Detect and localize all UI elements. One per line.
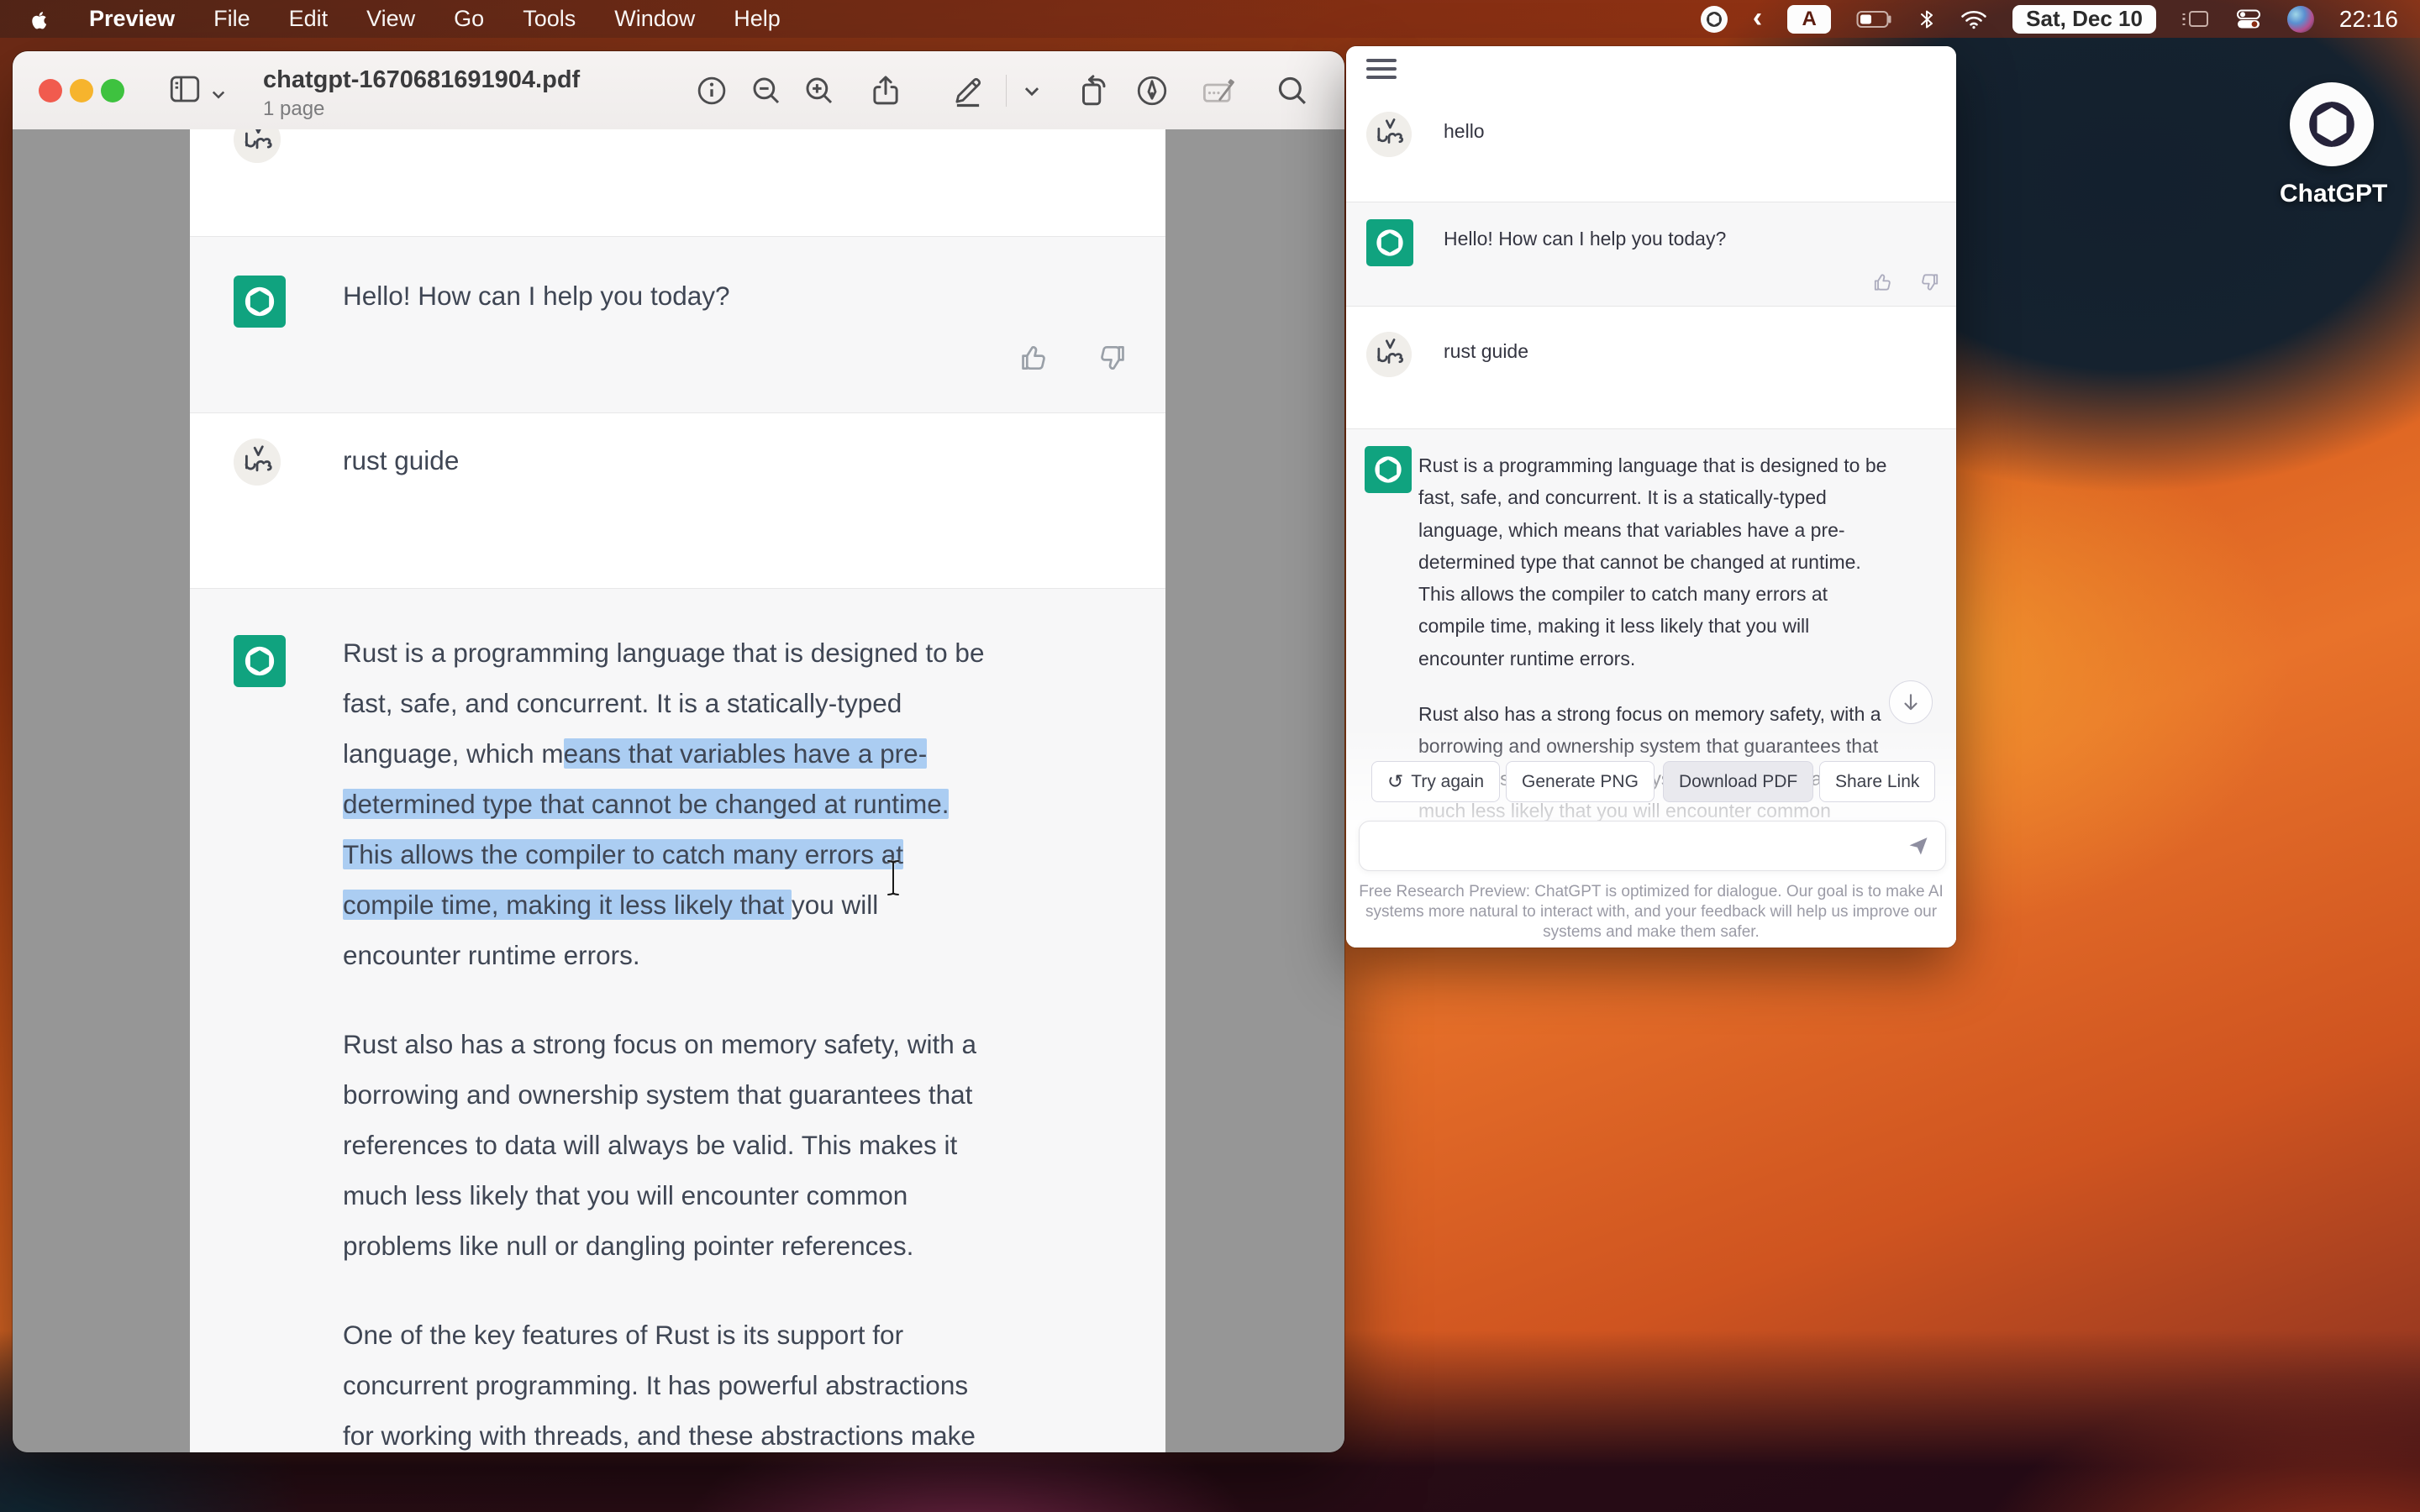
menu-bar: Preview File Edit View Go Tools Window H…: [0, 0, 2420, 38]
assistant-greeting-text: Hello! How can I help you today?: [343, 270, 730, 321]
menu-item-go[interactable]: Go: [454, 6, 484, 32]
chatgpt-logo-icon: [2290, 82, 2374, 166]
generate-png-button[interactable]: Generate PNG: [1506, 761, 1655, 802]
highlight-pen-icon[interactable]: [949, 71, 987, 110]
chatgpt-avatar: [234, 635, 286, 687]
wifi-icon[interactable]: [1960, 8, 1987, 30]
footer-disclaimer: Free Research Preview: ChatGPT is optimi…: [1357, 882, 1945, 942]
menu-item-edit[interactable]: Edit: [289, 6, 329, 32]
popup-row-user-rust-guide: rust guide: [1346, 307, 1956, 428]
clock: 22:16: [2339, 6, 2398, 33]
sidebar-chevron-down-icon[interactable]: [206, 75, 231, 113]
hamburger-menu-icon[interactable]: [1366, 59, 1397, 79]
chatgpt-desktop-icon[interactable]: ChatGPT: [2280, 82, 2384, 208]
battery-icon[interactable]: [1856, 9, 1893, 29]
text-selection: eans that variables have a pre-: [564, 738, 928, 769]
message-input[interactable]: [1360, 822, 1945, 870]
user-avatar: [1366, 332, 1412, 377]
pdf-row-user-hello-partial: [190, 129, 1165, 236]
preview-content-area[interactable]: Hello! How can I help you today?: [13, 129, 1344, 1452]
text-selection: compile time, making it less likely that: [343, 890, 792, 920]
bluetooth-icon[interactable]: [1918, 8, 1935, 31]
thumbs-down-icon[interactable]: [1096, 342, 1128, 374]
menu-item-window[interactable]: Window: [614, 6, 695, 32]
text-cursor-ibeam: [884, 858, 902, 897]
user-avatar: [234, 438, 281, 486]
thumbs-up-icon[interactable]: [1018, 342, 1050, 374]
minimize-button[interactable]: [70, 79, 93, 102]
send-icon[interactable]: [1907, 834, 1930, 858]
user-prompt-text: rust guide: [1444, 335, 1528, 367]
scroll-to-bottom-button[interactable]: [1889, 680, 1933, 724]
document-title: chatgpt-1670681691904.pdf: [263, 66, 580, 94]
zoom-in-icon[interactable]: [800, 71, 839, 110]
menu-item-file[interactable]: File: [213, 6, 250, 32]
popup-header: [1346, 46, 1956, 92]
screen-mirroring-icon[interactable]: [2181, 8, 2210, 30]
preview-titlebar[interactable]: chatgpt-1670681691904.pdf 1 page: [13, 51, 1344, 130]
menu-app-name[interactable]: Preview: [89, 6, 175, 32]
form-fill-icon[interactable]: [1199, 71, 1238, 110]
desktop-icon-label: ChatGPT: [2280, 180, 2384, 208]
pdf-page[interactable]: Hello! How can I help you today?: [190, 129, 1165, 1452]
rotate-left-icon[interactable]: [1073, 71, 1112, 110]
siri-icon[interactable]: [2287, 6, 2314, 33]
thumbs-down-icon[interactable]: [1918, 271, 1940, 293]
try-again-button[interactable]: ↺ Try again: [1371, 761, 1500, 802]
user-avatar: [234, 129, 281, 163]
page-count: 1 page: [263, 97, 324, 121]
markup-chevron-down-icon[interactable]: [1018, 71, 1046, 110]
pen-icon[interactable]: [1133, 71, 1171, 110]
user-hello-text: hello: [1444, 115, 1485, 147]
assistant-greeting-text: Hello! How can I help you today?: [1444, 223, 1726, 255]
user-prompt-text: rust guide: [343, 435, 459, 486]
close-button[interactable]: [39, 79, 62, 102]
toolbar-divider: [1006, 75, 1007, 107]
rust-answer-text: Rust is a programming language that is d…: [343, 627, 984, 1452]
pdf-row-user-rust-guide: rust guide: [190, 413, 1165, 588]
share-icon[interactable]: [866, 71, 905, 110]
date-badge[interactable]: Sat, Dec 10: [2012, 5, 2156, 34]
popup-row-assistant-greeting: Hello! How can I help you today?: [1346, 202, 1956, 307]
text-selection: This allows the compiler to catch many e…: [343, 839, 903, 869]
zoom-window-button[interactable]: [101, 79, 124, 102]
chatgpt-avatar: [1366, 219, 1413, 266]
menu-item-tools[interactable]: Tools: [523, 6, 576, 32]
control-center-icon[interactable]: [2235, 8, 2262, 30]
apple-menu-icon[interactable]: [29, 7, 50, 32]
keyboard-layout-badge[interactable]: A: [1787, 5, 1831, 34]
pdf-row-assistant-greeting: Hello! How can I help you today?: [190, 236, 1165, 413]
chevron-left-icon[interactable]: ‹: [1753, 3, 1762, 32]
thumbs-up-icon[interactable]: [1872, 271, 1894, 293]
menu-item-help[interactable]: Help: [734, 6, 781, 32]
text-selection: determined type that cannot be changed a…: [343, 789, 949, 819]
chatgpt-popup-window: hello Hello! How can I help you today? r…: [1346, 46, 1956, 948]
share-link-button[interactable]: Share Link: [1819, 761, 1935, 802]
sidebar-toggle-icon[interactable]: [166, 70, 204, 108]
search-icon[interactable]: [1273, 71, 1312, 110]
popup-bottom-panel: ↺ Try again Generate PNG Download PDF Sh…: [1346, 727, 1956, 948]
message-input-box[interactable]: [1359, 821, 1946, 871]
user-avatar: [1366, 112, 1412, 157]
menu-item-view[interactable]: View: [366, 6, 415, 32]
preview-window: chatgpt-1670681691904.pdf 1 page: [13, 51, 1344, 1452]
refresh-icon: ↺: [1387, 771, 1403, 793]
desktop-wallpaper: Preview File Edit View Go Tools Window H…: [0, 0, 2420, 1512]
info-icon[interactable]: [692, 71, 731, 110]
popup-row-user-hello: hello: [1346, 92, 1956, 202]
pdf-row-assistant-rust: Rust is a programming language that is d…: [190, 588, 1165, 1452]
chatgpt-avatar: [1365, 446, 1412, 493]
download-pdf-button[interactable]: Download PDF: [1663, 761, 1813, 802]
chatgpt-menubar-icon[interactable]: [1701, 6, 1728, 33]
chatgpt-avatar: [234, 276, 286, 328]
zoom-out-icon[interactable]: [747, 71, 786, 110]
